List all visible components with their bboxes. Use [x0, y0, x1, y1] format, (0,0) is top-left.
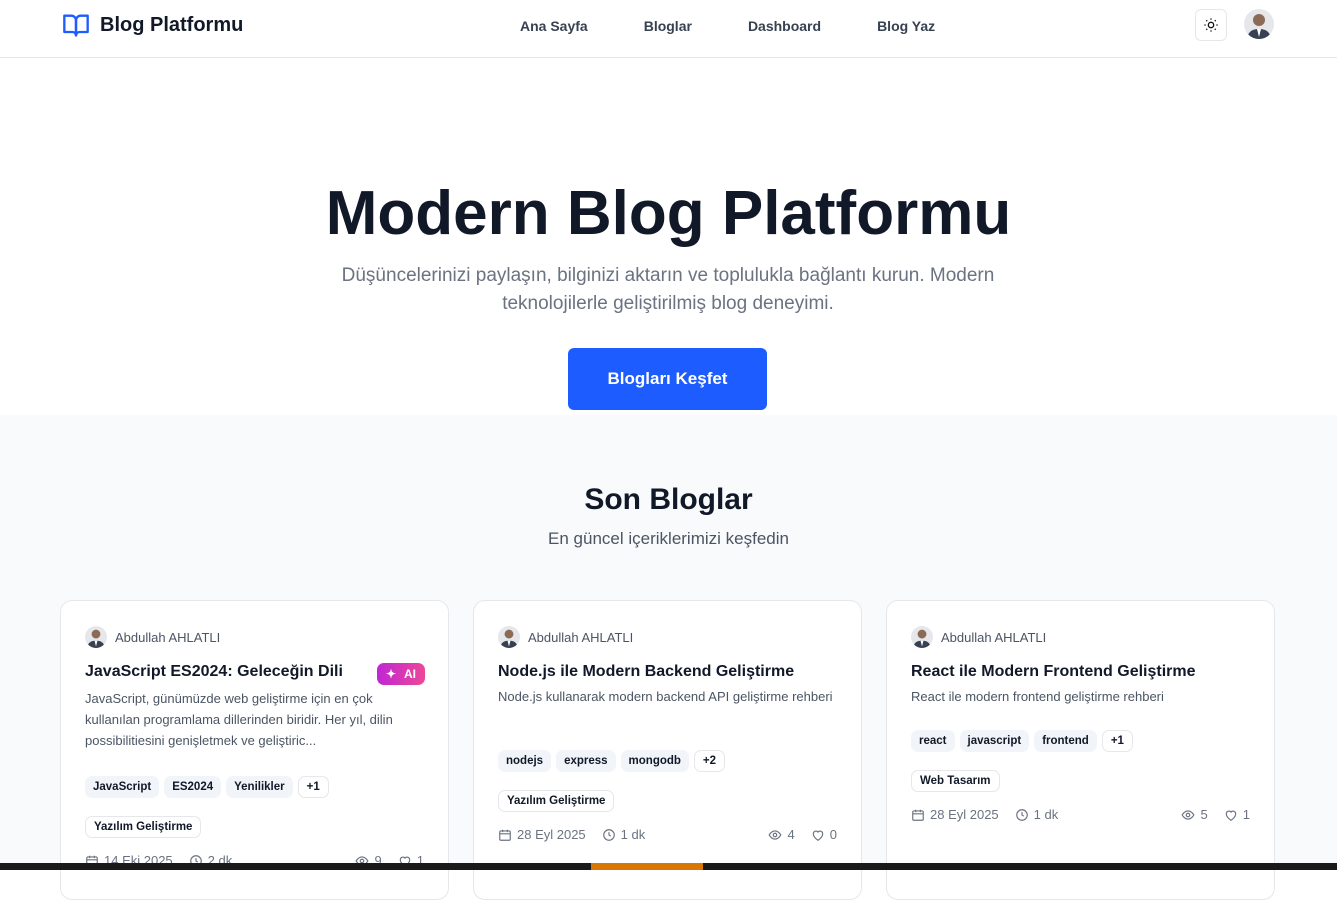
- nav-home[interactable]: Ana Sayfa: [520, 18, 588, 34]
- tag[interactable]: nodejs: [498, 750, 552, 772]
- clock-icon: [602, 828, 615, 841]
- user-avatar[interactable]: [1244, 9, 1274, 39]
- tag[interactable]: frontend: [1034, 730, 1097, 752]
- clock-icon: [1015, 808, 1028, 821]
- tag[interactable]: Yenilikler: [226, 776, 293, 798]
- sun-icon: [1204, 18, 1218, 32]
- more-tags[interactable]: +1: [1101, 730, 1133, 752]
- view-count: 4: [787, 827, 795, 842]
- sparkles-icon: ✦: [385, 667, 396, 681]
- nav-blogs[interactable]: Bloglar: [644, 18, 692, 34]
- more-tags[interactable]: +1: [297, 776, 329, 798]
- eye-icon: [1181, 809, 1195, 820]
- book-open-icon: [63, 14, 89, 37]
- post-date: 28 Eyl 2025: [930, 807, 999, 822]
- tag-list: nodejs express mongodb +2: [498, 750, 726, 772]
- author-name: Abdullah AHLATLI: [941, 629, 1047, 645]
- category-badge[interactable]: Yazılım Geliştirme: [85, 816, 202, 838]
- post-title[interactable]: Node.js ile Modern Backend Geliştirme: [498, 663, 794, 681]
- tag-list: react javascript frontend +1: [911, 730, 1133, 752]
- author[interactable]: Abdullah AHLATLI: [911, 626, 1046, 648]
- tag[interactable]: express: [556, 750, 616, 772]
- explore-blogs-button[interactable]: Blogları Keşfet: [568, 348, 767, 410]
- author-name: Abdullah AHLATLI: [115, 629, 221, 645]
- tag[interactable]: javascript: [959, 730, 1030, 752]
- post-title[interactable]: React ile Modern Frontend Geliştirme: [911, 663, 1196, 681]
- view-count: 5: [1200, 807, 1208, 822]
- hero-section: Modern Blog Platformu Düşüncelerinizi pa…: [0, 58, 1337, 415]
- more-tags[interactable]: +2: [693, 750, 726, 772]
- read-time: 1 dk: [620, 827, 646, 842]
- nav-dashboard[interactable]: Dashboard: [748, 18, 821, 34]
- read-time: 1 dk: [1033, 807, 1059, 822]
- tag-list: JavaScript ES2024 Yenilikler +1: [85, 776, 329, 798]
- like-count: 1: [1242, 807, 1250, 822]
- tag[interactable]: ES2024: [164, 776, 222, 798]
- heart-icon: [1225, 810, 1237, 821]
- section-title: Son Bloglar: [584, 483, 753, 516]
- top-nav: Blog Platformu Ana Sayfa Bloglar Dashboa…: [0, 0, 1337, 58]
- author-avatar: [498, 626, 520, 648]
- post-excerpt: JavaScript, günümüzde web geliştirme içi…: [85, 691, 393, 748]
- blog-card[interactable]: Abdullah AHLATLI Node.js ile Modern Backe…: [473, 600, 862, 900]
- post-meta: 28 Eyl 2025 1 dk 5 1: [911, 807, 1250, 822]
- like-count: 0: [829, 827, 837, 842]
- eye-icon: [768, 829, 782, 840]
- category-badge[interactable]: Yazılım Geliştirme: [498, 790, 615, 812]
- author-avatar: [911, 626, 933, 648]
- category-badge[interactable]: Web Tasarım: [911, 770, 1000, 792]
- taskbar-active-item[interactable]: [591, 863, 703, 870]
- calendar-icon: [912, 809, 924, 821]
- author[interactable]: Abdullah AHLATLI: [85, 626, 220, 648]
- hero-subtitle: Düşüncelerinizi paylaşın, bilginizi akta…: [341, 265, 995, 314]
- theme-toggle-button[interactable]: [1195, 9, 1227, 41]
- blog-card[interactable]: Abdullah AHLATLI React ile Modern Fronten…: [886, 600, 1275, 900]
- tag[interactable]: mongodb: [620, 750, 689, 772]
- post-meta: 28 Eyl 2025 1 dk 4 0: [498, 827, 837, 842]
- author-name: Abdullah AHLATLI: [528, 629, 634, 645]
- brand-logo[interactable]: Blog Platformu: [61, 11, 243, 39]
- hero-title: Modern Blog Platformu: [325, 179, 1012, 248]
- author-avatar: [85, 626, 107, 648]
- blog-card[interactable]: Abdullah AHLATLI JavaScript ES2024: Gelec…: [60, 600, 449, 900]
- post-title[interactable]: JavaScript ES2024: Geleceğin Dili: [85, 663, 343, 681]
- ai-badge: ✦ AI: [376, 663, 425, 685]
- post-date: 28 Eyl 2025: [517, 827, 586, 842]
- tag[interactable]: JavaScript: [85, 776, 160, 798]
- nav-write-blog[interactable]: Blog Yaz: [877, 18, 935, 34]
- section-subtitle: En güncel içeriklerimizi keşfedin: [548, 529, 789, 548]
- os-taskbar: [0, 863, 1337, 870]
- tag[interactable]: react: [911, 730, 955, 752]
- calendar-icon: [499, 829, 511, 841]
- ai-badge-label: AI: [404, 667, 416, 681]
- post-excerpt: React ile modern frontend geliştirme reh…: [911, 689, 1164, 704]
- heart-icon: [812, 830, 824, 841]
- brand-name: Blog Platformu: [100, 13, 244, 36]
- author[interactable]: Abdullah AHLATLI: [498, 626, 633, 648]
- post-excerpt: Node.js kullanarak modern backend API ge…: [498, 689, 833, 704]
